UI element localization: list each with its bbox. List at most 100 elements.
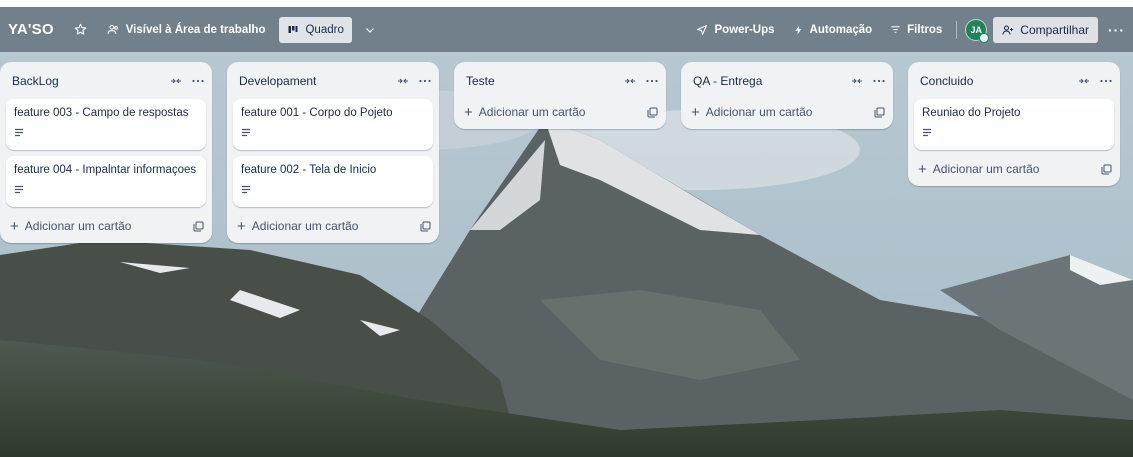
- list-title[interactable]: QA - Entrega: [693, 74, 851, 88]
- filters-label: Filtros: [907, 23, 943, 36]
- avatar[interactable]: JA: [965, 18, 990, 43]
- description-icon: [15, 185, 23, 194]
- chevron-down-icon: [365, 27, 374, 33]
- collapse-list-icon[interactable]: [1078, 76, 1090, 86]
- list-teste[interactable]: Teste + Adicionar um cartão: [454, 62, 666, 129]
- card-title: feature 001 - Corpo do Pojeto: [241, 107, 393, 119]
- workspace-visibility-icon: [107, 24, 118, 34]
- add-card-button[interactable]: + Adicionar um cartão: [237, 219, 420, 234]
- add-card-row: + Adicionar um cartão: [0, 209, 212, 243]
- add-card-row: + Adicionar um cartão: [681, 95, 893, 129]
- card-list: feature 003 - Campo de respostas feature…: [0, 99, 212, 207]
- list-title[interactable]: Concluido: [920, 74, 1078, 88]
- list-actions: [170, 76, 204, 86]
- list-qa-entrega[interactable]: QA - Entrega + Adicionar um cartão: [681, 62, 893, 129]
- add-card-row: + Adicionar um cartão: [227, 209, 439, 243]
- card[interactable]: feature 002 - Tela de Inicio: [233, 156, 433, 207]
- visibility-button[interactable]: Visível à Área de trabalho: [101, 16, 272, 44]
- card[interactable]: feature 004 - Impalntar informaçoes: [6, 156, 206, 207]
- collapse-list-icon[interactable]: [397, 76, 409, 86]
- more-dots-icon[interactable]: [192, 79, 204, 83]
- card-list: feature 001 - Corpo do Pojeto feature 00…: [227, 99, 439, 207]
- list-header: Teste: [454, 62, 666, 99]
- list-header: Developament: [227, 62, 439, 99]
- description-icon: [242, 128, 250, 137]
- browser-top-strip: [0, 0, 1133, 7]
- card-template-icon[interactable]: [193, 221, 204, 232]
- card[interactable]: feature 003 - Campo de respostas: [6, 99, 206, 150]
- powerups-label: Power-Ups: [714, 23, 775, 36]
- add-card-button[interactable]: + Adicionar um cartão: [918, 162, 1101, 177]
- card-list: Reuniao do Projeto: [908, 99, 1120, 150]
- add-card-label: Adicionar um cartão: [705, 105, 813, 119]
- board-menu-button[interactable]: ···: [1104, 16, 1129, 44]
- card-template-icon[interactable]: [647, 107, 658, 118]
- add-card-button[interactable]: + Adicionar um cartão: [464, 105, 647, 120]
- board-title[interactable]: YA'SO: [8, 21, 54, 38]
- board-view-icon: [288, 25, 298, 33]
- header-actions: Power-Ups Automação Filtros JA Compartil…: [690, 16, 1133, 44]
- list-concluido[interactable]: Concluido Reuniao do Projeto + Adicionar…: [908, 62, 1120, 186]
- add-card-button[interactable]: + Adicionar um cartão: [10, 219, 193, 234]
- add-card-label: Adicionar um cartão: [251, 219, 359, 233]
- admin-badge-icon: [979, 32, 990, 43]
- add-card-row: + Adicionar um cartão: [454, 95, 666, 129]
- list-backlog[interactable]: BackLog feature 003 - Campo de respostas…: [0, 62, 212, 243]
- card-template-icon[interactable]: [420, 221, 431, 232]
- filters-button[interactable]: Filtros: [884, 16, 948, 44]
- list-title[interactable]: BackLog: [12, 74, 170, 88]
- description-icon: [242, 185, 250, 194]
- add-card-label: Adicionar um cartão: [24, 219, 132, 233]
- list-header: BackLog: [0, 62, 212, 99]
- plus-icon: +: [918, 160, 927, 178]
- more-dots-icon[interactable]: [1100, 79, 1112, 83]
- description-icon: [15, 128, 23, 137]
- description-icon: [923, 128, 931, 137]
- views-dropdown-button[interactable]: [358, 16, 382, 44]
- add-card-label: Adicionar um cartão: [478, 105, 586, 119]
- visibility-label: Visível à Área de trabalho: [125, 23, 266, 36]
- collapse-list-icon[interactable]: [624, 76, 636, 86]
- add-card-button[interactable]: + Adicionar um cartão: [691, 105, 874, 120]
- lightning-icon: [794, 24, 801, 35]
- share-button[interactable]: Compartilhar: [993, 16, 1098, 43]
- list-actions: [397, 76, 431, 86]
- card-template-icon[interactable]: [1101, 164, 1112, 175]
- view-switcher-board[interactable]: Quadro: [279, 16, 352, 43]
- more-dots-icon[interactable]: [646, 79, 658, 83]
- share-label: Compartilhar: [1020, 22, 1089, 37]
- star-board-button[interactable]: [68, 16, 93, 44]
- plus-icon: +: [691, 103, 700, 121]
- card-title: feature 002 - Tela de Inicio: [241, 164, 377, 176]
- more-dots-icon: ···: [1108, 21, 1125, 38]
- card-title: feature 003 - Campo de respostas: [14, 107, 189, 119]
- plus-icon: +: [10, 217, 19, 235]
- add-card-row: + Adicionar um cartão: [908, 152, 1120, 186]
- list-header: Concluido: [908, 62, 1120, 99]
- filter-icon: [891, 26, 900, 33]
- list-actions: [624, 76, 658, 86]
- automation-label: Automação: [809, 23, 873, 36]
- list-header: QA - Entrega: [681, 62, 893, 99]
- more-dots-icon[interactable]: [873, 79, 885, 83]
- card[interactable]: feature 001 - Corpo do Pojeto: [233, 99, 433, 150]
- list-title[interactable]: Teste: [466, 74, 624, 88]
- add-card-label: Adicionar um cartão: [932, 162, 1040, 176]
- plus-icon: +: [464, 103, 473, 121]
- list-actions: [851, 76, 885, 86]
- powerups-button[interactable]: Power-Ups: [690, 16, 780, 44]
- collapse-list-icon[interactable]: [851, 76, 863, 86]
- card-template-icon[interactable]: [874, 107, 885, 118]
- card[interactable]: Reuniao do Projeto: [914, 99, 1114, 150]
- board-header: YA'SO Visível à Área de trabalho Quadro …: [0, 7, 1133, 52]
- card-title: feature 004 - Impalntar informaçoes: [14, 164, 197, 176]
- list-developament[interactable]: Developament feature 001 - Corpo do Poje…: [227, 62, 439, 243]
- list-title[interactable]: Developament: [239, 74, 397, 88]
- automation-button[interactable]: Automação: [787, 16, 879, 44]
- card-title: Reuniao do Projeto: [922, 107, 1021, 119]
- collapse-list-icon[interactable]: [170, 76, 182, 86]
- plus-icon: +: [237, 217, 246, 235]
- more-dots-icon[interactable]: [419, 79, 431, 83]
- add-member-icon: [1002, 25, 1014, 35]
- view-label: Quadro: [305, 23, 344, 36]
